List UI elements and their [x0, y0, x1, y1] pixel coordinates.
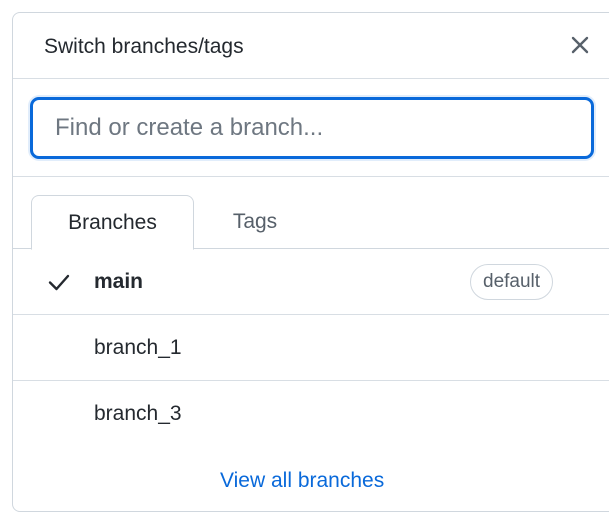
close-icon	[571, 36, 589, 54]
branch-list: main default branch_1 branch_3	[13, 249, 609, 447]
tab-tags[interactable]: Tags	[201, 195, 309, 249]
filter-area	[13, 79, 609, 177]
branch-name: branch_3	[94, 402, 182, 425]
tab-bar: Branches Tags	[13, 177, 609, 250]
branch-item-branch-3[interactable]: branch_3	[13, 381, 609, 447]
default-badge: default	[470, 264, 554, 300]
branch-search-input[interactable]	[30, 97, 594, 159]
branch-item-main[interactable]: main default	[13, 249, 609, 315]
panel-header: Switch branches/tags	[13, 13, 609, 79]
view-all-branches-link[interactable]: View all branches	[220, 469, 384, 493]
branch-name: main	[94, 270, 144, 293]
branch-switcher-panel: Switch branches/tags Branches Tags main …	[12, 12, 609, 512]
branch-item-branch-1[interactable]: branch_1	[13, 315, 609, 381]
close-button[interactable]	[566, 31, 594, 59]
tab-branches[interactable]: Branches	[31, 195, 194, 250]
panel-title: Switch branches/tags	[44, 35, 244, 58]
check-icon	[48, 274, 70, 291]
branch-name: branch_1	[94, 336, 182, 359]
